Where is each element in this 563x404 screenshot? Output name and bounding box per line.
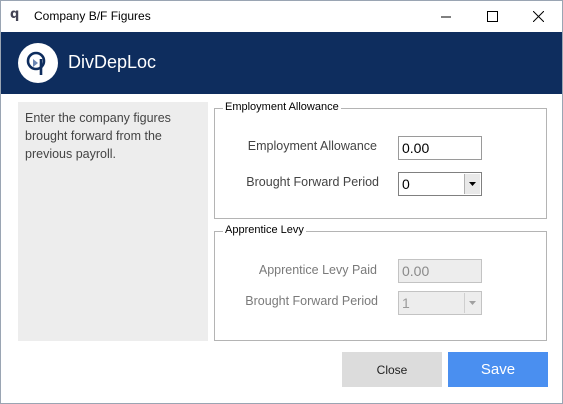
info-panel: Enter the company figures brought forwar…	[18, 102, 208, 341]
al-period-value: 1	[402, 295, 410, 311]
app-logo	[18, 43, 58, 83]
ea-period-value: 0	[402, 176, 410, 192]
window-title: Company B/F Figures	[34, 9, 151, 23]
employment-allowance-legend: Employment Allowance	[223, 101, 341, 113]
al-brought-forward-period-label: Brought Forward Period	[245, 294, 378, 308]
app-name: DivDepLoc	[68, 52, 157, 72]
employment-allowance-label: Employment Allowance	[247, 139, 377, 153]
maximize-icon	[486, 11, 498, 22]
close-button[interactable]: Close	[342, 352, 442, 387]
ea-brought-forward-period-select[interactable]: 0	[398, 172, 482, 196]
apprentice-levy-legend: Apprentice Levy	[223, 224, 306, 236]
minimize-icon	[440, 16, 451, 18]
chevron-down-icon	[469, 182, 476, 186]
window-close-button[interactable]	[515, 1, 561, 32]
info-text: Enter the company figures brought forwar…	[25, 111, 171, 161]
apprentice-levy-paid-label: Apprentice Levy Paid	[258, 263, 377, 277]
al-brought-forward-period-select: 1	[398, 291, 482, 315]
apprentice-levy-paid-input: 0.00	[398, 259, 482, 283]
title-bar: q Company B/F Figures	[1, 1, 562, 32]
maximize-button[interactable]	[469, 1, 515, 32]
al-period-dropdown-button	[464, 293, 480, 313]
logo-icon	[26, 51, 46, 75]
close-icon	[532, 11, 544, 22]
minimize-button[interactable]	[423, 1, 469, 32]
chevron-down-icon	[469, 301, 476, 305]
app-icon: q	[10, 7, 20, 22]
save-button[interactable]: Save	[448, 352, 548, 387]
employment-allowance-input[interactable]: 0.00	[398, 136, 482, 160]
dialog-window: q Company B/F Figures DivDepLoc Enter th…	[0, 0, 563, 404]
employment-allowance-group: Employment Allowance	[214, 101, 547, 219]
app-header: DivDepLoc	[1, 32, 562, 94]
apprentice-levy-group: Apprentice Levy	[214, 224, 547, 341]
ea-period-dropdown-button[interactable]	[464, 174, 480, 194]
ea-brought-forward-period-label: Brought Forward Period	[246, 175, 379, 189]
